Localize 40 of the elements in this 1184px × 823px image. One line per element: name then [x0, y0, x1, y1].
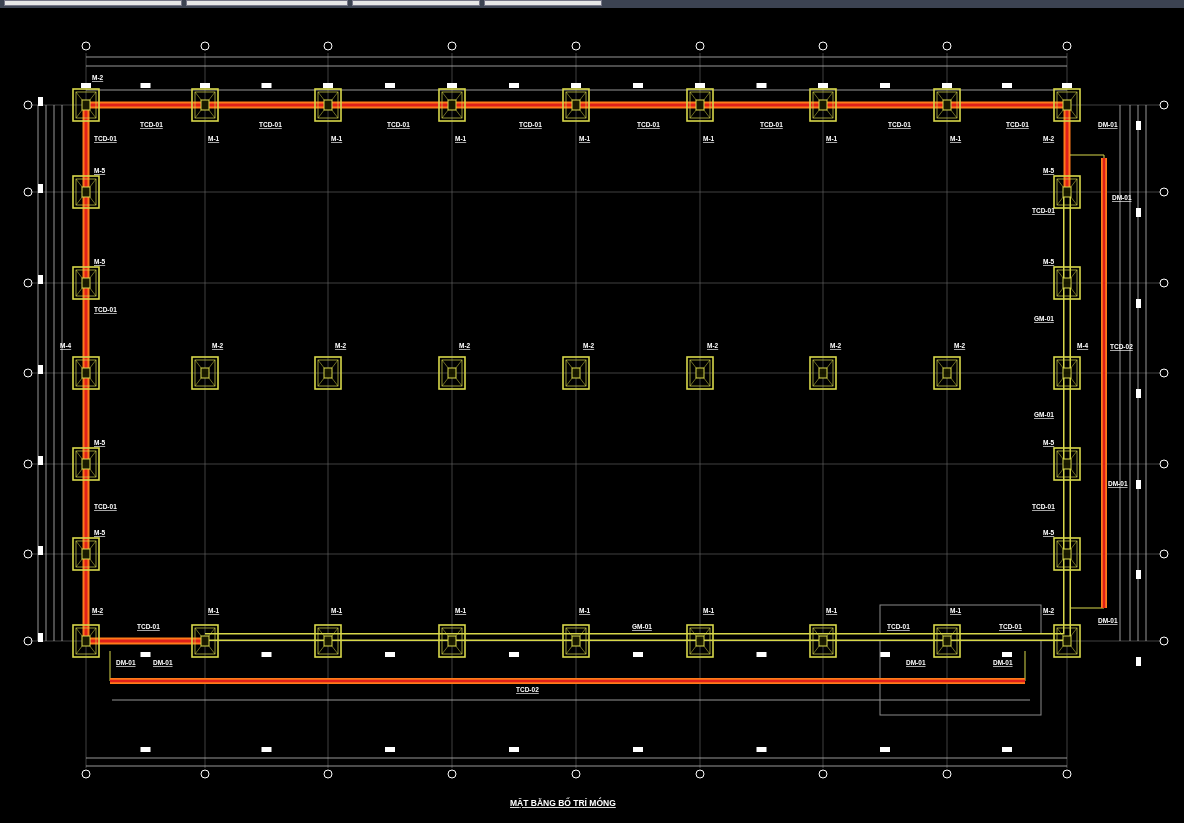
footing-drawing	[686, 88, 714, 122]
footing-drawing	[191, 356, 219, 390]
footing-drawing	[562, 356, 590, 390]
footing-drawing	[438, 356, 466, 390]
footing-drawing	[191, 88, 219, 122]
footing-drawing	[72, 537, 100, 571]
footing-drawing	[933, 624, 961, 658]
footing-drawing	[314, 356, 342, 390]
footing-drawing	[1053, 537, 1081, 571]
footing-drawing	[1053, 356, 1081, 390]
footing-drawing	[314, 624, 342, 658]
footing-drawing	[72, 447, 100, 481]
footing-drawing	[1053, 88, 1081, 122]
footing-drawing	[438, 624, 466, 658]
drawing-tab[interactable]	[4, 0, 182, 6]
footing-drawing	[686, 356, 714, 390]
footing-drawing	[562, 624, 590, 658]
drawing-tab[interactable]	[186, 0, 348, 6]
footing-drawing	[438, 88, 466, 122]
footing-drawing	[933, 88, 961, 122]
drawing-tab[interactable]	[352, 0, 480, 6]
footing-drawing	[72, 624, 100, 658]
footing-drawing	[1053, 266, 1081, 300]
footing-drawing	[191, 624, 219, 658]
footing-drawing	[72, 356, 100, 390]
footing-drawing	[314, 88, 342, 122]
drawing-tab[interactable]	[484, 0, 602, 6]
footing-drawing	[933, 356, 961, 390]
footing-drawing	[1053, 175, 1081, 209]
footing-drawing	[686, 624, 714, 658]
drawing-title: MẶT BẰNG BỐ TRÍ MÓNG	[510, 798, 616, 808]
footing-drawing	[809, 624, 837, 658]
footing-drawing	[562, 88, 590, 122]
footing-drawing	[1053, 624, 1081, 658]
footing-drawing	[1053, 447, 1081, 481]
footing-drawing	[809, 356, 837, 390]
footing-drawing	[809, 88, 837, 122]
footing-drawing	[72, 266, 100, 300]
footing-drawing	[72, 88, 100, 122]
footing-drawing	[72, 175, 100, 209]
